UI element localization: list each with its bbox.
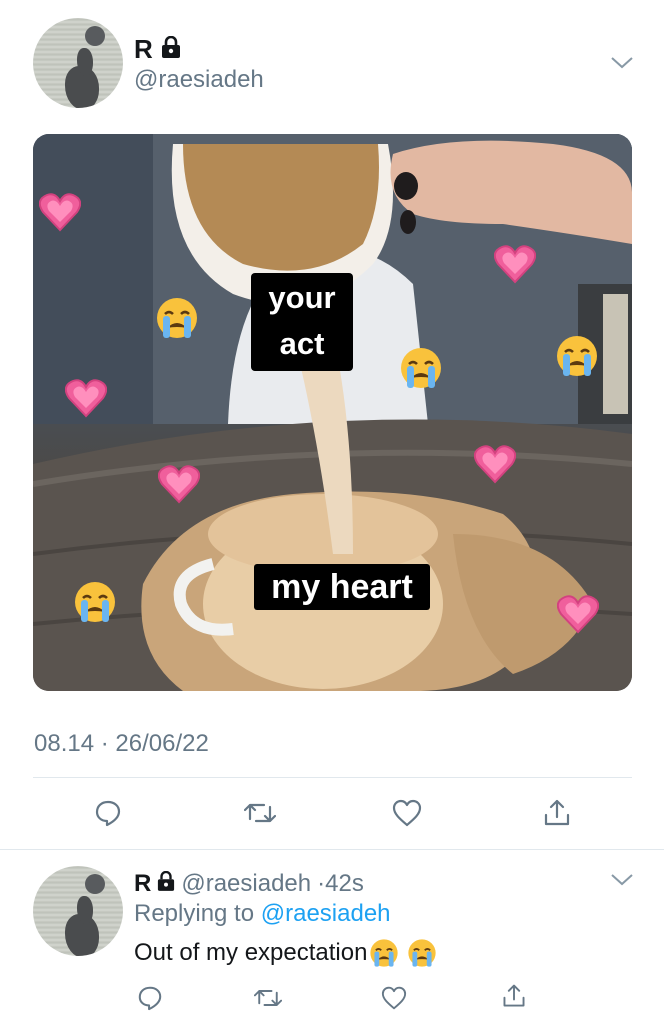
chevron-down-icon[interactable]: [610, 56, 634, 75]
crying-face-emoji: [401, 348, 441, 388]
retweet-icon: [254, 990, 282, 1006]
avatar[interactable]: [33, 18, 123, 108]
heart-icon: [392, 799, 422, 827]
reply-avatar[interactable]: [33, 866, 123, 956]
like-button[interactable]: [387, 793, 427, 833]
crying-face-emoji: [408, 939, 437, 967]
divider: [0, 849, 664, 850]
reply-handle[interactable]: @raesiadeh: [181, 870, 311, 898]
like-button[interactable]: [374, 978, 414, 1018]
caption-top-line1: your: [268, 280, 336, 315]
retweet-icon: [244, 803, 276, 823]
retweet-button[interactable]: [248, 978, 288, 1018]
tweet-media-image[interactable]: your act my heart: [33, 134, 632, 691]
replying-prefix: Replying to: [134, 900, 255, 927]
crying-face-emoji: [157, 298, 197, 338]
reply-header: R @raesiadeh · 42s: [134, 870, 364, 898]
share-button[interactable]: [494, 976, 534, 1016]
heart-emoji: [474, 445, 516, 484]
reply-display-name[interactable]: R: [134, 870, 151, 898]
reply-icon: [138, 986, 162, 1011]
chevron-down-icon[interactable]: [610, 873, 634, 892]
reply-button[interactable]: [88, 793, 128, 833]
share-icon: [503, 984, 525, 1007]
caption-bottom: my heart: [254, 564, 430, 610]
retweet-button[interactable]: [240, 793, 280, 833]
replying-to-link[interactable]: @raesiadeh: [261, 900, 391, 927]
heart-emoji: [557, 595, 599, 634]
reply-body: Out of my expectation: [134, 938, 437, 968]
reply-time[interactable]: 42s: [325, 870, 364, 898]
heart-emoji: [494, 245, 536, 284]
heart-emoji: [39, 193, 81, 232]
display-name-text: R: [134, 34, 153, 64]
lock-icon: [161, 34, 181, 65]
reply-icon: [95, 800, 121, 827]
heart-emoji: [65, 379, 107, 418]
caption-top: your act: [251, 273, 353, 371]
tweet-timestamp[interactable]: 08.14 · 26/06/22: [34, 730, 209, 758]
display-name[interactable]: R: [134, 34, 181, 65]
divider: [33, 777, 632, 778]
dot-separator: ·: [317, 870, 326, 897]
heart-emoji: [158, 465, 200, 504]
crying-face-emoji: [370, 939, 399, 967]
heart-icon: [381, 986, 407, 1010]
replying-to: Replying to @raesiadeh: [134, 900, 391, 928]
crying-face-emoji: [557, 336, 597, 376]
reply-button[interactable]: [130, 978, 170, 1018]
share-button[interactable]: [537, 793, 577, 833]
crying-face-emoji: [75, 582, 115, 622]
reply-text: Out of my expectation: [134, 939, 368, 966]
caption-top-line2: act: [279, 326, 325, 361]
user-handle[interactable]: @raesiadeh: [134, 66, 264, 94]
share-icon: [544, 799, 570, 826]
lock-icon: [157, 870, 175, 898]
